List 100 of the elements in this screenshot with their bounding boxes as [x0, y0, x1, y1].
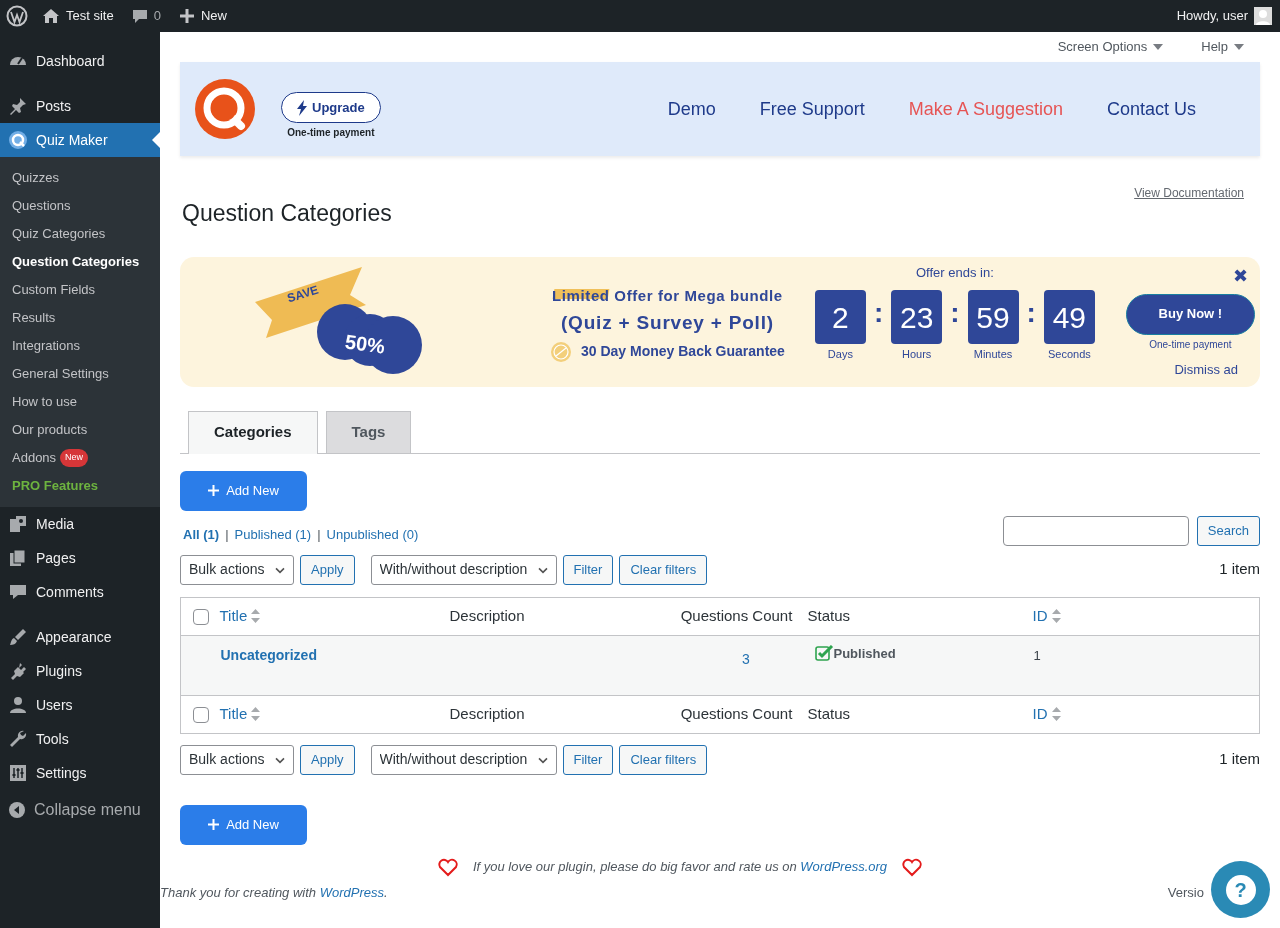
clear-filters-button[interactable]: Clear filters — [619, 744, 708, 775]
countdown-value: 49 — [1043, 290, 1095, 345]
documentation-link[interactable]: View Documentation — [1134, 186, 1244, 200]
buy-note: One-time payment — [1149, 337, 1232, 352]
submenu-item[interactable]: Our products — [0, 416, 160, 444]
countdown-unit: Minutes — [973, 347, 1013, 363]
help-button[interactable]: ? — [1211, 861, 1270, 918]
countdown-separator: : — [873, 296, 884, 331]
submenu-item[interactable]: Questions — [0, 192, 160, 220]
sortable-column-header[interactable]: Title — [219, 604, 261, 628]
search-field[interactable] — [1002, 515, 1189, 546]
menu-item[interactable]: Pages — [0, 541, 160, 575]
submenu-item[interactable]: Quizzes — [0, 164, 160, 192]
separator-text: | — [317, 525, 321, 544]
brush-icon — [8, 627, 28, 647]
countdown-value: 2 — [814, 290, 866, 345]
screen-meta-toggle[interactable]: Help — [1201, 37, 1244, 57]
pages-icon — [8, 548, 28, 568]
close-button[interactable]: ✖ — [1233, 262, 1248, 290]
filter-link[interactable]: Unpublished (0) — [326, 524, 419, 545]
plus-icon — [178, 8, 195, 24]
item-count: 1 item — [1219, 749, 1260, 770]
column-header: Status — [807, 704, 851, 722]
countdown-unit: Seconds — [1047, 347, 1091, 363]
description-filter-select[interactable]: With/without description — [370, 744, 557, 775]
tab[interactable]: Tags — [325, 410, 412, 453]
menu-item[interactable]: Settings — [0, 756, 160, 790]
wordpress-org-link[interactable]: WordPress.org — [800, 858, 888, 874]
header-link[interactable]: Contact Us — [1106, 95, 1196, 123]
dismiss-link[interactable]: Dismiss ad — [1174, 360, 1238, 380]
category-title-link[interactable]: Uncategorized — [220, 646, 317, 663]
menu-item[interactable]: Plugins — [0, 654, 160, 688]
sortable-column-header[interactable]: Title — [219, 702, 261, 726]
submenu-item[interactable]: Results — [0, 304, 160, 332]
bulk-actions-select[interactable]: Bulk actions — [180, 554, 294, 585]
clear-filters-button[interactable]: Clear filters — [619, 554, 708, 585]
add-new-button[interactable]: Add New — [180, 470, 307, 511]
upgrade-button[interactable]: Upgrade — [281, 91, 381, 124]
submenu-item[interactable]: How to use — [0, 388, 160, 416]
search-button[interactable]: Search — [1196, 515, 1260, 546]
submenu-item[interactable]: Custom Fields — [0, 276, 160, 304]
menu-item[interactable]: Comments — [0, 575, 160, 609]
wordpress-logo-icon[interactable] — [6, 5, 28, 27]
menu-item[interactable]: Quiz Maker — [0, 123, 160, 157]
menu-item[interactable]: Users — [0, 688, 160, 722]
upgrade-note: One-time payment — [287, 126, 375, 141]
bulk-actions-select[interactable]: Bulk actions — [180, 744, 294, 775]
item-count: 1 item — [1219, 559, 1260, 580]
header-link[interactable]: Demo — [667, 95, 716, 123]
header-link[interactable]: Free Support — [759, 95, 865, 123]
comment-icon — [8, 582, 28, 602]
countdown-separator: : — [1026, 296, 1036, 331]
collapse-menu-button[interactable]: Collapse menu — [0, 792, 160, 828]
filter-button[interactable]: Filter — [562, 554, 614, 585]
countdown-value: 59 — [967, 290, 1019, 345]
comments-link[interactable]: 0 — [131, 6, 161, 26]
submenu-item[interactable]: Quiz Categories — [0, 220, 160, 248]
tab[interactable]: Categories — [188, 410, 318, 454]
submenu-item[interactable]: Addons New — [0, 444, 160, 472]
sort-icon — [1051, 707, 1061, 722]
screen-meta-toggle[interactable]: Screen Options — [1057, 37, 1164, 57]
menu-item[interactable]: Tools — [0, 722, 160, 756]
filter-link[interactable]: All (1) — [183, 524, 220, 545]
wrench-icon — [8, 729, 28, 749]
submenu-item[interactable]: PRO Features — [0, 472, 160, 500]
menu-item[interactable]: Media — [0, 507, 160, 541]
submenu-item[interactable]: Integrations — [0, 332, 160, 360]
select-all-checkbox[interactable] — [193, 706, 209, 723]
countdown-label: Offer ends in: — [915, 263, 994, 282]
submenu-item[interactable]: Question Categories — [0, 248, 160, 276]
id-cell: 1 — [1033, 647, 1041, 663]
column-header: Status — [807, 606, 851, 624]
add-new-button[interactable]: Add New — [180, 804, 307, 845]
status-text: Published — [833, 644, 896, 663]
site-link[interactable]: Test site — [42, 6, 114, 26]
menu-item[interactable]: Dashboard — [0, 44, 160, 78]
collapse-icon — [8, 801, 26, 819]
sort-icon — [1051, 609, 1061, 624]
buy-now-button[interactable]: Buy Now ! — [1125, 293, 1255, 335]
menu-item[interactable]: Appearance — [0, 620, 160, 654]
description-filter-select[interactable]: With/without description — [370, 554, 557, 585]
heart-icon — [901, 856, 924, 877]
submenu-item[interactable]: General Settings — [0, 360, 160, 388]
select-all-checkbox[interactable] — [193, 608, 209, 625]
sortable-column-header[interactable]: ID — [1032, 702, 1061, 726]
menu-item[interactable]: Posts — [0, 89, 160, 123]
apply-button[interactable]: Apply — [300, 744, 355, 775]
apply-button[interactable]: Apply — [300, 554, 355, 585]
new-link[interactable]: New — [178, 6, 227, 26]
home-icon — [42, 7, 60, 25]
save-label: SAVE — [285, 281, 321, 307]
filter-link[interactable]: Published (1) — [234, 524, 312, 545]
filter-button[interactable]: Filter — [562, 744, 614, 775]
account-link[interactable]: Howdy, user — [1176, 6, 1272, 26]
question-count-link[interactable]: 3 — [742, 650, 750, 667]
separator-text: | — [225, 525, 229, 544]
pin-icon — [8, 96, 28, 116]
rating-request-text: If you love our plugin, please do big favor and rate us on WordPress.org — [472, 857, 888, 876]
wordpress-link[interactable]: WordPress — [319, 884, 384, 900]
sortable-column-header[interactable]: ID — [1032, 604, 1061, 628]
